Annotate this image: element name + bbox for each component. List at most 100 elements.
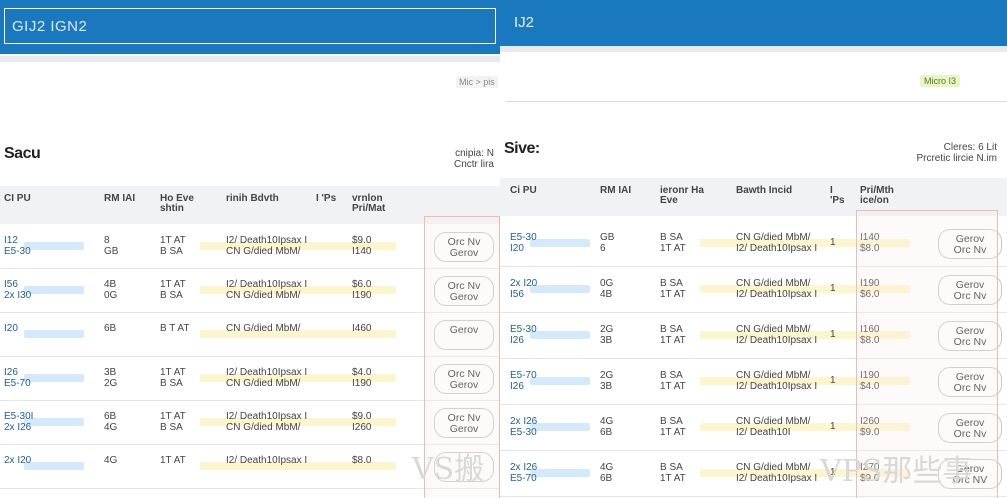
left-badge-link[interactable]: Mic > pis bbox=[456, 76, 498, 88]
cpu-cell: I12 bbox=[4, 235, 18, 246]
disk-cell: 1T AT bbox=[160, 455, 186, 466]
column-header: I 'Ps bbox=[830, 185, 845, 206]
disk-cell: 1T AT bbox=[160, 411, 186, 422]
cpu-cell: 2x I26 bbox=[510, 462, 538, 473]
right-section-title: Sive: bbox=[504, 140, 540, 157]
left-watermark: VS搬 bbox=[412, 452, 485, 487]
cpu-cell: E5-30 bbox=[4, 246, 31, 257]
row-highlight bbox=[530, 331, 590, 339]
bandwidth-cell: CN G/died MbM/ bbox=[226, 246, 301, 257]
bandwidth-cell: I2/ Death10Ipsax I bbox=[226, 455, 308, 466]
column-header: RM IAI bbox=[600, 185, 632, 196]
row-highlight bbox=[24, 462, 84, 470]
cpu-cell: 2x I26 bbox=[510, 416, 538, 427]
disk-cell: B SA bbox=[660, 370, 683, 381]
left-header: GIJ2 IGN2 bbox=[0, 0, 500, 54]
disk-cell: B SA bbox=[160, 290, 183, 301]
column-header: Pri/Mth ice/on bbox=[860, 185, 894, 206]
price-cell: I460 bbox=[352, 323, 372, 334]
cpu-cell: E5-30 bbox=[510, 324, 537, 335]
row-highlight bbox=[530, 469, 590, 477]
row-highlight bbox=[530, 285, 590, 293]
ram-cell: 4B bbox=[600, 289, 613, 300]
cpu-cell: 2x I26 bbox=[4, 422, 32, 433]
bandwidth-cell: I2/ Death10Ipsax I bbox=[226, 367, 308, 378]
disk-cell: B SA bbox=[660, 324, 683, 335]
price-cell: I140 bbox=[352, 246, 372, 257]
disk-cell: 1T AT bbox=[660, 289, 686, 300]
ram-cell: 6B bbox=[600, 473, 613, 484]
header-shadow bbox=[500, 46, 1007, 52]
price-cell: $9.0 bbox=[352, 235, 372, 246]
bandwidth-cell: CN G/died MbM/ bbox=[226, 323, 301, 334]
ram-cell: 4G bbox=[104, 455, 118, 466]
bandwidth-cell: I2/ Death10Ipsax I bbox=[736, 473, 818, 484]
row-highlight bbox=[530, 423, 590, 431]
bandwidth-cell: I2/ Death10Ipsax I bbox=[226, 235, 308, 246]
row-highlight bbox=[530, 239, 590, 247]
column-header: vrnlon Pri/Mat bbox=[352, 193, 386, 214]
ram-cell: 6 bbox=[600, 243, 606, 254]
disk-cell: B SA bbox=[160, 378, 183, 389]
disk-cell: 1T AT bbox=[160, 367, 186, 378]
ram-cell: 2G bbox=[104, 378, 118, 389]
meta-line: Prcretic lircie N.im bbox=[916, 153, 997, 164]
left-section-meta: cnipia: N Cnctr lira bbox=[454, 148, 494, 170]
right-section-meta: Cleres: 6 Lit Prcretic lircie N.im bbox=[916, 142, 997, 164]
bandwidth-cell: CN G/died MbM/ bbox=[736, 462, 811, 473]
right-watermark: VPS那些事 bbox=[820, 454, 973, 489]
bandwidth-cell: I2/ Death10Ipsax I bbox=[736, 243, 818, 254]
ip-cell: 1 bbox=[830, 329, 836, 340]
left-panel: GIJ2 IGN2 Mic > pis Sacu cnipia: N Cnctr… bbox=[0, 0, 500, 498]
column-header: ieronr Ha Eve bbox=[660, 185, 704, 206]
column-header: Ho Eve shtin bbox=[160, 193, 194, 214]
ram-cell: 3B bbox=[600, 381, 613, 392]
cpu-cell: 2x I20 bbox=[4, 455, 32, 466]
column-header: RM IAI bbox=[104, 193, 136, 204]
ram-cell: 0G bbox=[600, 278, 614, 289]
price-cell: $6.0 bbox=[352, 279, 372, 290]
column-header: Ci PU bbox=[510, 185, 537, 196]
bandwidth-cell: I2/ Death10Ipsax I bbox=[736, 289, 818, 300]
row-highlight bbox=[24, 286, 84, 294]
ram-cell: 3B bbox=[600, 335, 613, 346]
disk-cell: 1T AT bbox=[160, 279, 186, 290]
bandwidth-cell: I2/ Death10Ipsax I bbox=[736, 335, 818, 346]
ram-cell: 3B bbox=[104, 367, 117, 378]
ram-cell: 6B bbox=[104, 411, 117, 422]
column-header: CI PU bbox=[4, 193, 31, 204]
right-header: IJ2 bbox=[500, 0, 1007, 46]
bandwidth-cell: I2/ Death10Ipsax I bbox=[226, 279, 308, 290]
disk-cell: B SA bbox=[660, 232, 683, 243]
bandwidth-cell: CN G/died MbM/ bbox=[736, 324, 811, 335]
disk-cell: B SA bbox=[660, 278, 683, 289]
row-highlight bbox=[530, 377, 590, 385]
ram-cell: 2G bbox=[600, 370, 614, 381]
disk-cell: B SA bbox=[160, 246, 183, 257]
left-section-title: Sacu bbox=[4, 145, 41, 162]
cpu-cell: I26 bbox=[510, 335, 524, 346]
row-highlight bbox=[24, 242, 84, 250]
column-header: I 'Ps bbox=[316, 193, 337, 204]
cpu-cell: E5-70 bbox=[510, 370, 537, 381]
disk-cell: B SA bbox=[660, 416, 683, 427]
row-highlight bbox=[24, 374, 84, 382]
meta-line: Cnctr lira bbox=[453, 159, 494, 170]
cpu-cell: E5-70 bbox=[510, 473, 537, 484]
ram-cell: 4G bbox=[600, 416, 614, 427]
price-cell: $8.0 bbox=[352, 455, 372, 466]
disk-cell: 1T AT bbox=[660, 335, 686, 346]
ram-cell: 2G bbox=[600, 324, 614, 335]
bandwidth-cell: CN G/died MbM/ bbox=[226, 290, 301, 301]
price-cell: $4.0 bbox=[352, 367, 372, 378]
cpu-cell: 2x I20 bbox=[510, 278, 538, 289]
disk-cell: 1T AT bbox=[660, 381, 686, 392]
left-header-title: GIJ2 IGN2 bbox=[12, 18, 88, 35]
disk-cell: 1T AT bbox=[660, 427, 686, 438]
ram-cell: 6B bbox=[104, 323, 117, 334]
right-plan-chip[interactable]: Micro I3 bbox=[920, 75, 961, 87]
meta-line: cnipia: N bbox=[455, 148, 494, 159]
disk-cell: B SA bbox=[160, 422, 183, 433]
cpu-cell: E5-30I bbox=[4, 411, 34, 422]
ip-cell: 1 bbox=[830, 283, 836, 294]
